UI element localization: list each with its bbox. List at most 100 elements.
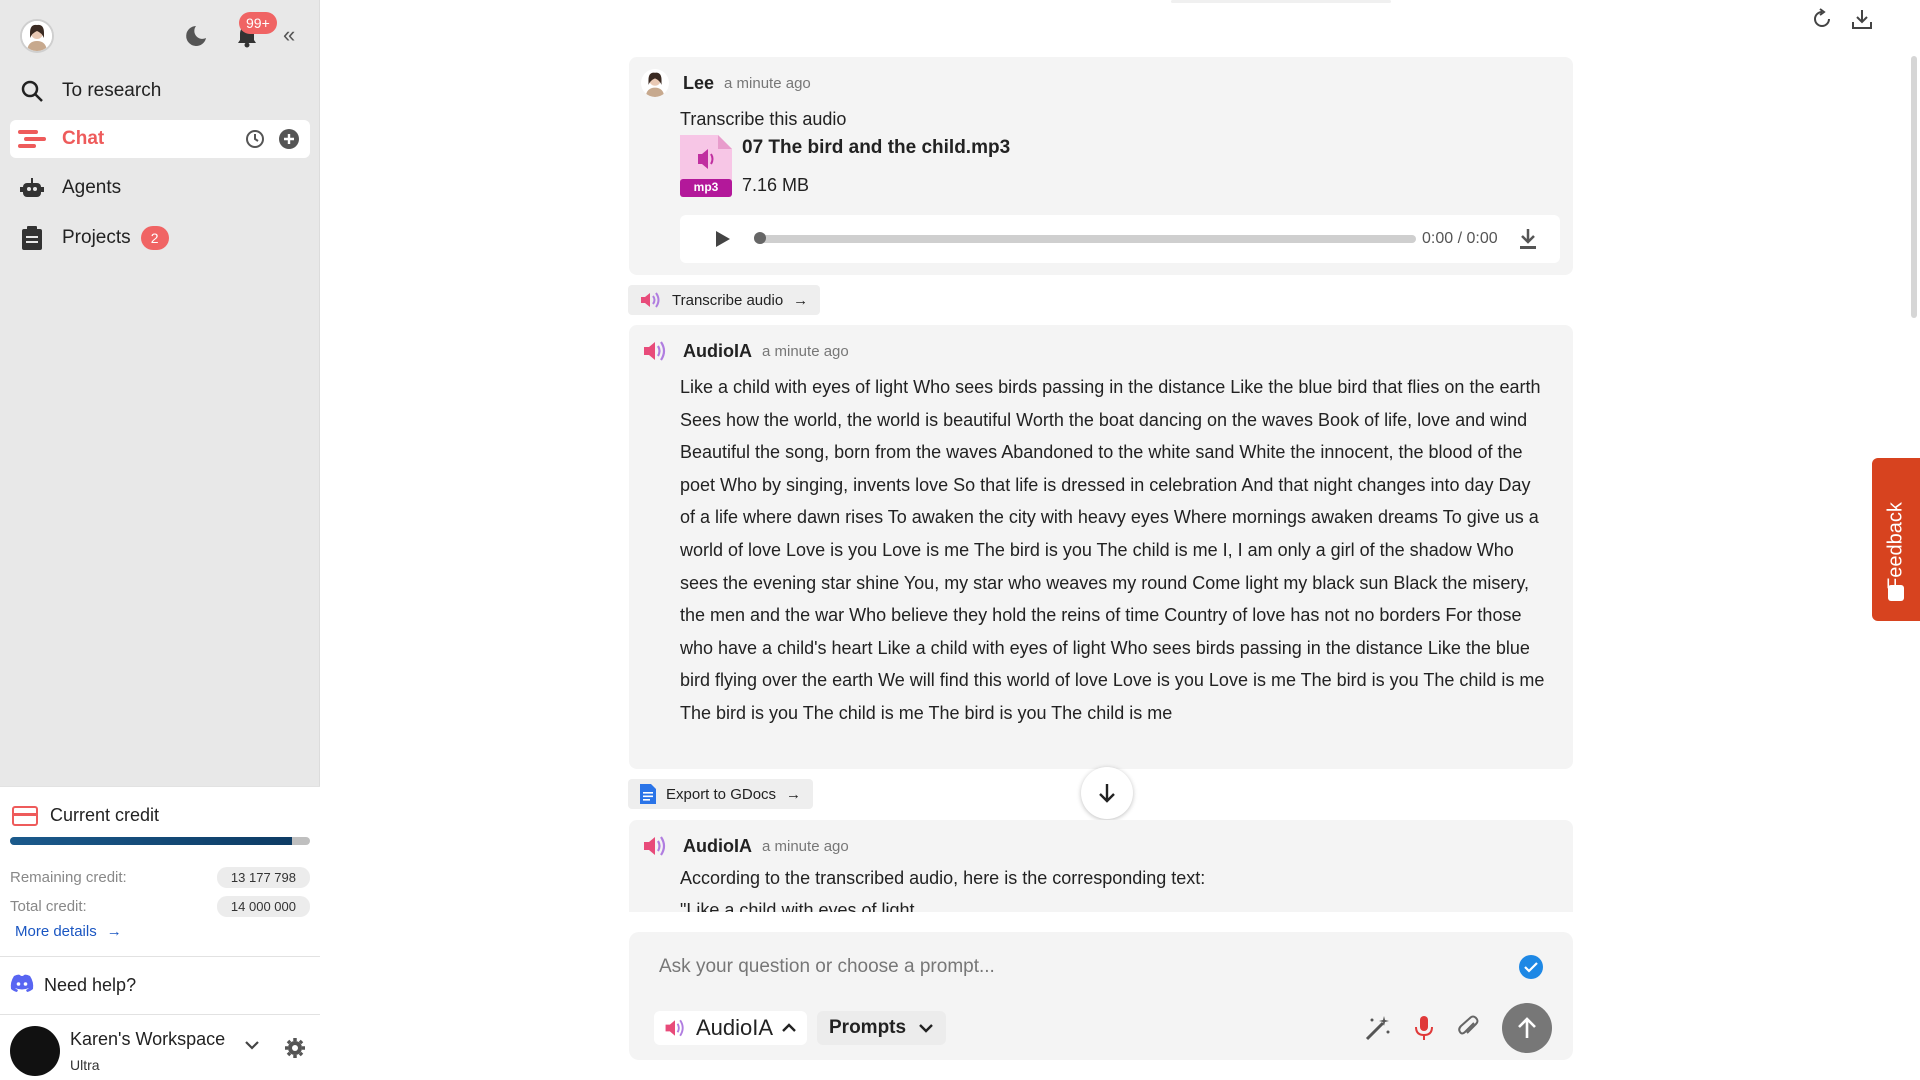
- feedback-tab[interactable]: Feedback: [1872, 458, 1920, 621]
- send-button[interactable]: [1502, 1003, 1552, 1053]
- download-icon[interactable]: [1851, 8, 1873, 30]
- assistant-message-text: According to the transcribed audio, here…: [680, 868, 1206, 888]
- sender-name: AudioIA: [683, 835, 752, 856]
- search-icon: [18, 77, 46, 105]
- credit-progress-fill: [10, 837, 292, 845]
- audio-download-icon[interactable]: [1518, 228, 1538, 250]
- arrow-right-icon: →: [786, 785, 802, 803]
- export-gdocs-chip[interactable]: Export to GDocs →: [628, 779, 814, 809]
- composer: AudioIA Prompts: [629, 932, 1573, 1060]
- feedback-icon: [1888, 585, 1904, 601]
- microphone-icon[interactable]: [1414, 1015, 1434, 1041]
- file-name: 07 The bird and the child.mp3: [742, 137, 1011, 158]
- dark-mode-icon[interactable]: [184, 24, 208, 48]
- page-scrollbar[interactable]: [1911, 56, 1917, 318]
- credit-card-icon: [12, 805, 38, 826]
- search-nav-item[interactable]: To research: [10, 72, 310, 110]
- assistant-message-text-cut: "Like a child with eyes of light: [680, 900, 915, 912]
- message-time: a minute ago: [762, 837, 849, 855]
- credit-progress-bar: [10, 837, 310, 845]
- sidebar: 99+ « To research Chat Agents Projects 2…: [0, 0, 320, 1080]
- more-details-link[interactable]: More details →: [15, 923, 122, 940]
- sidebar-item-agents[interactable]: Agents: [10, 169, 310, 207]
- arrow-down-icon: [1099, 784, 1115, 803]
- model-selector[interactable]: AudioIA: [654, 1011, 808, 1045]
- arrow-right-icon: →: [793, 291, 809, 309]
- paperclip-icon[interactable]: [1456, 1015, 1480, 1041]
- arrow-up-icon: [1518, 1017, 1536, 1038]
- feedback-label: Feedback: [1884, 502, 1907, 590]
- scroll-to-bottom-button[interactable]: [1081, 767, 1133, 819]
- chevron-down-icon[interactable]: [244, 1039, 260, 1051]
- prompts-label: Prompts: [829, 1017, 907, 1038]
- audioia-logo-icon: [641, 292, 660, 308]
- chevron-up-icon: [782, 1023, 796, 1032]
- message-header: AudioIA a minute ago: [641, 337, 849, 365]
- assistant-message-text: Like a child with eyes of light Who sees…: [680, 377, 1545, 723]
- prompts-selector[interactable]: Prompts: [817, 1011, 947, 1045]
- assistant-message: AudioIA a minute ago Like a child with e…: [629, 325, 1573, 769]
- history-icon[interactable]: [244, 128, 266, 150]
- assistant-message: AudioIA a minute ago According to the tr…: [629, 820, 1573, 912]
- file-meta: 07 The bird and the child.mp3 7.16 MB: [742, 135, 1010, 197]
- message-header: AudioIA a minute ago: [641, 832, 849, 860]
- discord-icon: [10, 974, 34, 997]
- audio-file-icon: mp3: [680, 135, 732, 197]
- user-avatar-icon: [22, 21, 52, 51]
- new-chat-icon[interactable]: [278, 128, 300, 150]
- more-details-label: More details: [15, 923, 97, 940]
- remaining-credit-row: Remaining credit: 13 177 798: [10, 867, 310, 888]
- workspace-name: Karen's Workspace: [70, 1029, 226, 1049]
- model-name: AudioIA: [696, 1015, 774, 1040]
- sidebar-top: 99+ «: [0, 0, 320, 72]
- search-label: To research: [62, 80, 162, 101]
- remaining-credit-value: 13 177 798: [216, 867, 310, 888]
- message-time: a minute ago: [762, 342, 849, 360]
- top-actions: [1811, 8, 1873, 30]
- refresh-icon[interactable]: [1811, 8, 1833, 30]
- check-icon[interactable]: [1519, 955, 1543, 979]
- file-attachment[interactable]: mp3 07 The bird and the child.mp3 7.16 M…: [680, 135, 1010, 197]
- user-message-avatar: [641, 69, 669, 97]
- sidebar-item-chat[interactable]: Chat: [10, 120, 310, 158]
- total-credit-value: 14 000 000: [216, 896, 310, 917]
- workspace-plan: Ultra: [70, 1057, 100, 1073]
- collapse-sidebar-icon[interactable]: «: [283, 22, 295, 48]
- file-extension: mp3: [693, 180, 719, 194]
- magic-wand-icon[interactable]: [1364, 1014, 1392, 1042]
- user-avatar[interactable]: [20, 19, 54, 53]
- clipboard-icon: [18, 224, 46, 252]
- arrow-right-icon: →: [106, 923, 122, 940]
- audio-seek-bar[interactable]: [754, 232, 1416, 244]
- robot-icon: [18, 174, 46, 202]
- chevron-down-icon: [919, 1024, 933, 1033]
- credit-title-label: Current credit: [50, 805, 160, 825]
- credit-title: Current credit: [12, 805, 159, 826]
- sidebar-item-chat-label: Chat: [62, 128, 105, 149]
- audio-player: 0:00 / 0:00: [680, 215, 1560, 263]
- audioia-avatar: [641, 337, 669, 365]
- transcribe-audio-label: Transcribe audio: [672, 291, 784, 309]
- top-handle: [1171, 0, 1391, 3]
- sender-name: Lee: [683, 72, 715, 93]
- gear-icon[interactable]: [284, 1037, 306, 1059]
- remaining-credit-label: Remaining credit:: [10, 869, 127, 886]
- help-link[interactable]: Need help?: [0, 956, 320, 1014]
- user-message-text: Transcribe this audio: [680, 109, 847, 129]
- export-gdocs-label: Export to GDocs: [666, 785, 777, 803]
- workspace-switcher[interactable]: Karen's Workspace Ultra: [0, 1014, 320, 1080]
- projects-count-badge: 2: [140, 226, 169, 250]
- sender-name: AudioIA: [683, 340, 752, 361]
- audioia-logo-icon: [665, 1019, 684, 1037]
- transcribe-audio-chip[interactable]: Transcribe audio →: [628, 285, 821, 315]
- sidebar-item-projects[interactable]: Projects 2: [10, 219, 310, 257]
- google-docs-icon: [640, 784, 656, 804]
- prompt-input[interactable]: [659, 952, 1479, 982]
- message-header: Lee a minute ago: [641, 69, 811, 97]
- play-icon[interactable]: [716, 231, 730, 247]
- user-message: Lee a minute ago Transcribe this audio m…: [629, 57, 1573, 275]
- audio-time: 0:00 / 0:00: [1422, 230, 1498, 247]
- file-size: 7.16 MB: [742, 175, 810, 195]
- audioia-avatar: [641, 832, 669, 860]
- help-label: Need help?: [44, 975, 137, 995]
